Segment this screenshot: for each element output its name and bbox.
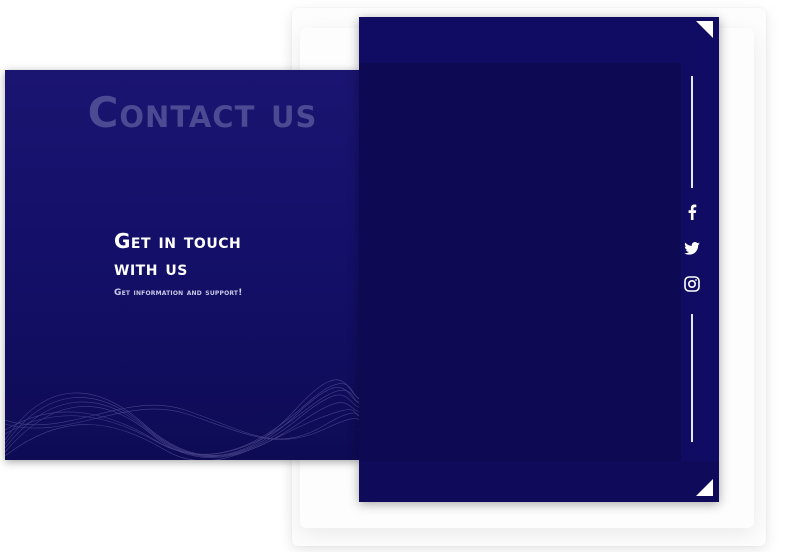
- headline-line-1: Get in touch: [114, 229, 242, 253]
- form-footer-strip: [359, 461, 719, 502]
- subtitle: Get information and support!: [114, 288, 243, 298]
- headline-line-2: with us: [114, 256, 188, 280]
- instagram-icon[interactable]: [683, 275, 701, 293]
- form-area: [359, 63, 681, 461]
- page-title: Contact us: [87, 88, 318, 137]
- twitter-icon[interactable]: [683, 239, 701, 257]
- divider-line-bottom: [691, 314, 693, 442]
- facebook-icon[interactable]: [683, 203, 701, 221]
- divider-line-top: [691, 76, 693, 188]
- headline: Get in touch with us: [114, 228, 314, 282]
- corner-triangle-bottom: [696, 479, 713, 496]
- form-panel: [359, 17, 719, 502]
- corner-triangle-top: [696, 21, 713, 38]
- wave-decoration: [5, 379, 360, 460]
- contact-panel: Contact us Get in touch with us Get info…: [5, 70, 360, 460]
